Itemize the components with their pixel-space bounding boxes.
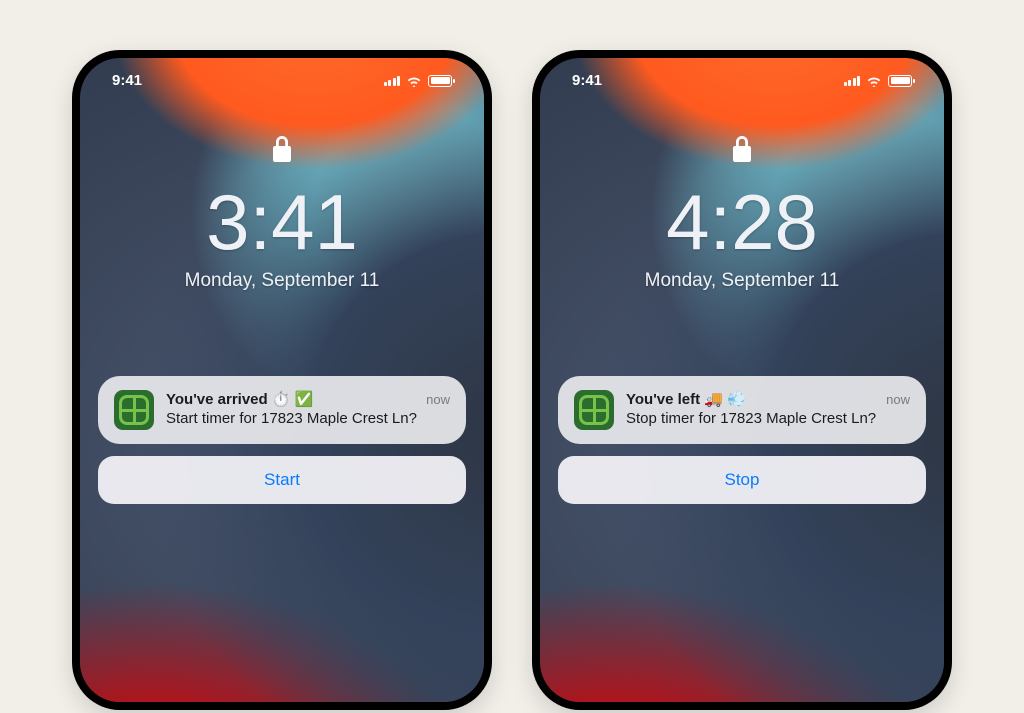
phone-screen: 9:41 3:41 Monday, September 11 You've ar… (80, 58, 484, 702)
notification-body: You've left 🚚 💨 now Stop timer for 17823… (626, 390, 910, 430)
phone-mockup-left: 9:41 3:41 Monday, September 11 You've ar… (72, 50, 492, 710)
lock-icon (731, 136, 753, 164)
notification-title: You've arrived ⏱️ ✅ (166, 390, 313, 408)
notification-body: You've arrived ⏱️ ✅ now Start timer for … (166, 390, 450, 430)
notification-card[interactable]: You've left 🚚 💨 now Stop timer for 17823… (558, 376, 926, 444)
lock-icon (271, 136, 293, 164)
app-icon (114, 390, 154, 430)
lock-date: Monday, September 11 (80, 270, 484, 292)
battery-icon (428, 75, 452, 87)
lock-time: 3:41 (80, 177, 484, 268)
wifi-icon (866, 75, 882, 87)
lock-time: 4:28 (540, 177, 944, 268)
app-icon (574, 390, 614, 430)
wifi-icon (406, 75, 422, 87)
notification-timestamp: now (886, 392, 910, 407)
battery-icon (888, 75, 912, 87)
notification-timestamp: now (426, 392, 450, 407)
status-bar: 9:41 (540, 72, 944, 89)
status-icons (844, 75, 913, 87)
notification-message: Stop timer for 17823 Maple Crest Ln? (626, 409, 910, 428)
lock-area: 3:41 Monday, September 11 (80, 136, 484, 292)
notification-message: Start timer for 17823 Maple Crest Ln? (166, 409, 450, 428)
notification-card[interactable]: You've arrived ⏱️ ✅ now Start timer for … (98, 376, 466, 444)
notification-title: You've left 🚚 💨 (626, 390, 746, 408)
phone-mockup-right: 9:41 4:28 Monday, September 11 You've le… (532, 50, 952, 710)
stop-button[interactable]: Stop (558, 456, 926, 504)
notification-stack: You've arrived ⏱️ ✅ now Start timer for … (98, 376, 466, 504)
cellular-icon (844, 76, 861, 86)
status-time: 9:41 (572, 72, 602, 89)
status-bar: 9:41 (80, 72, 484, 89)
start-button[interactable]: Start (98, 456, 466, 504)
lock-area: 4:28 Monday, September 11 (540, 136, 944, 292)
phone-screen: 9:41 4:28 Monday, September 11 You've le… (540, 58, 944, 702)
cellular-icon (384, 76, 401, 86)
notification-stack: You've left 🚚 💨 now Stop timer for 17823… (558, 376, 926, 504)
status-time: 9:41 (112, 72, 142, 89)
lock-date: Monday, September 11 (540, 270, 944, 292)
status-icons (384, 75, 453, 87)
